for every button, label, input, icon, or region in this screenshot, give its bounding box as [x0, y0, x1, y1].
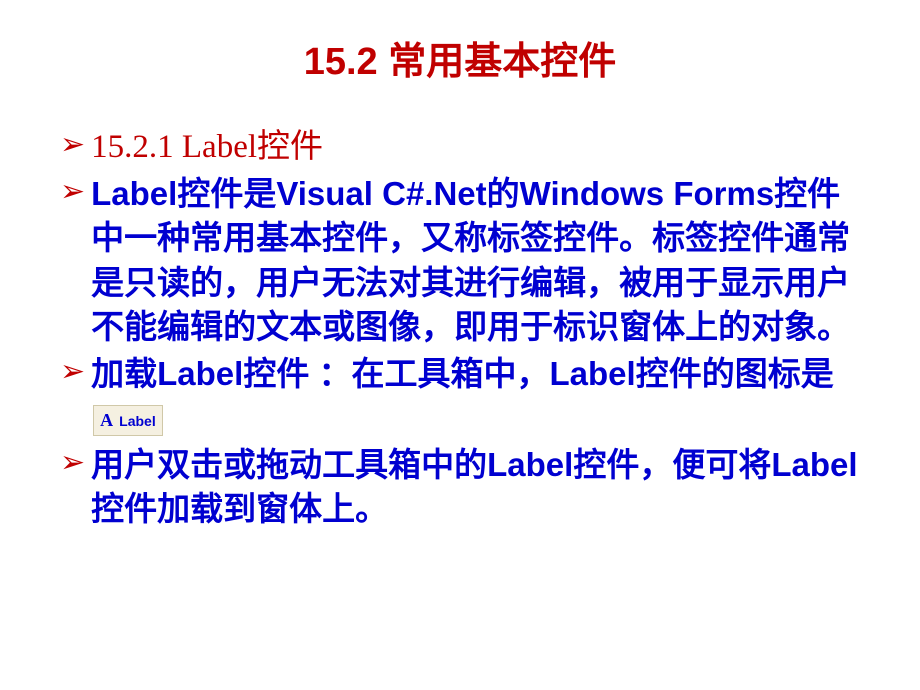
list-item: ➢ 15.2.1 Label控件	[60, 125, 860, 170]
bullet-text: 加载Label控件 ：在工具箱中，Label控件的图标是 A Label	[91, 352, 860, 441]
bullet-marker-icon: ➢	[60, 172, 85, 213]
label-toolbox-icon: A Label	[93, 405, 163, 435]
bullet-marker-icon: ➢	[60, 352, 85, 393]
bullet-marker-icon: ➢	[60, 125, 85, 166]
label-icon-text: Label	[119, 413, 156, 429]
bullet-marker-icon: ➢	[60, 443, 85, 484]
slide-title: 15.2 常用基本控件	[60, 30, 860, 85]
bullet-list: ➢ 15.2.1 Label控件 ➢ Label控件是Visual C#.Net…	[60, 125, 860, 532]
list-item: ➢ Label控件是Visual C#.Net的Windows Forms控件中…	[60, 172, 860, 350]
list-item: ➢ 用户双击或拖动工具箱中的Label控件，便可将Label控件加载到窗体上。	[60, 443, 860, 532]
bullet-text: 15.2.1 Label控件	[91, 125, 323, 170]
slide-container: 15.2 常用基本控件 ➢ 15.2.1 Label控件 ➢ Label控件是V…	[0, 0, 920, 564]
bullet-text-before: 加载Label控件 ：在工具箱中，Label控件的图标是	[91, 355, 834, 392]
list-item: ➢ 加载Label控件 ：在工具箱中，Label控件的图标是 A Label	[60, 352, 860, 441]
label-icon-glyph: A	[100, 410, 113, 430]
bullet-text: 用户双击或拖动工具箱中的Label控件，便可将Label控件加载到窗体上。	[91, 443, 860, 532]
bullet-text: Label控件是Visual C#.Net的Windows Forms控件中一种…	[91, 172, 860, 350]
